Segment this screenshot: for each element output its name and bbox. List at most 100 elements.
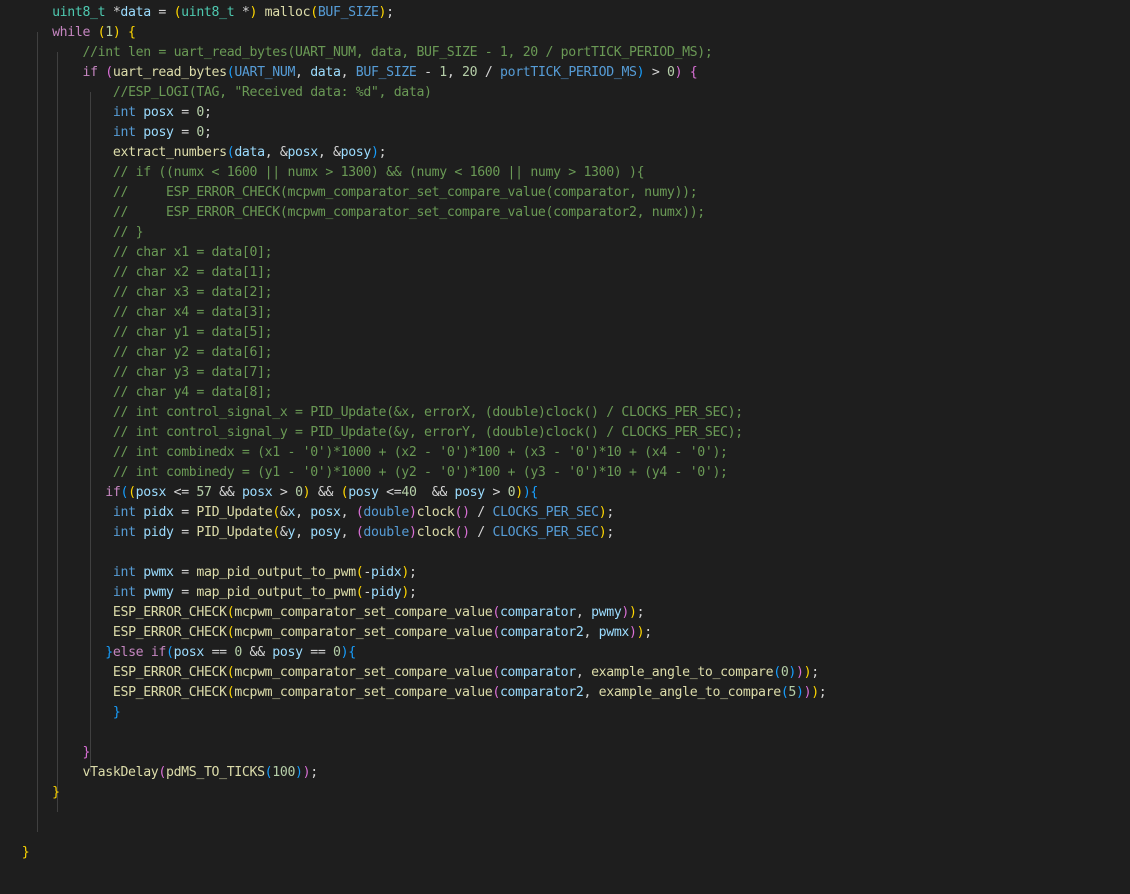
code-line[interactable]: vTaskDelay(pdMS_TO_TICKS(100)); [83,763,319,783]
code-token: data [234,145,265,160]
code-line[interactable]: } [83,743,91,763]
code-token: int [112,565,136,580]
code-token: * [105,5,121,20]
code-line[interactable]: ESP_ERROR_CHECK(mcpwm_comparator_set_com… [113,623,652,643]
code-line[interactable]: // } [113,223,144,243]
code-token: posx [310,505,341,520]
code-line[interactable]: int pwmy = map_pid_output_to_pwm(-pidy); [113,583,417,603]
code-line[interactable]: // int control_signal_y = PID_Update(&y,… [113,423,743,443]
code-token: ) [378,5,387,20]
code-line[interactable]: if (uart_read_bytes(UART_NUM, data, BUF_… [83,63,698,83]
code-token: example_angle_to_compare [591,665,774,680]
code-token: { [128,25,136,40]
code-token: ; [204,125,212,140]
code-token: mcpwm_comparator_set_compare_value [234,665,493,680]
code-token: } [21,845,30,860]
code-line[interactable]: int posx = 0; [113,103,212,123]
code-line[interactable]: int pwmx = map_pid_output_to_pwm(-pidx); [113,563,417,583]
code-line[interactable]: // int combinedy = (y1 - '0')*1000 + (y2… [113,463,728,483]
code-token: & [279,525,288,540]
code-token: BUF_SIZE [317,5,379,20]
code-line[interactable]: //int len = uart_read_bytes(UART_NUM, da… [83,43,713,63]
code-token: && [416,485,455,500]
code-token: , [583,685,599,700]
code-token: ( [120,485,129,500]
code-token: if [105,485,121,500]
code-token: ( [454,505,463,520]
code-token: ; [310,765,318,780]
code-line[interactable]: } [113,703,121,723]
code-token: = [173,125,197,140]
code-token: pidx [143,505,174,520]
code-token: PID_Update [196,525,273,540]
code-token: = [173,505,197,520]
code-line[interactable]: // int combinedx = (x1 - '0')*1000 + (x2… [113,443,728,463]
code-token: pwmx [143,565,174,580]
code-token: > [272,485,296,500]
code-line[interactable]: // char y3 = data[7]; [113,363,273,383]
code-line[interactable]: // if ((numx < 1600 || numx > 1300) && (… [113,163,645,183]
code-token: ESP_ERROR_CHECK [112,665,227,680]
code-line[interactable]: // ESP_ERROR_CHECK(mcpwm_comparator_set_… [113,183,698,203]
code-line[interactable]: // char x4 = data[3]; [113,303,273,323]
code-line[interactable]: // int control_signal_x = PID_Update(&x,… [113,403,743,423]
code-line[interactable]: ESP_ERROR_CHECK (mcpwm_comparator_set_com… [113,663,819,683]
code-token: ) [621,605,630,620]
code-token: && [241,645,273,660]
code-token: portTICK_PERIOD_MS [500,65,637,80]
code-token: - [416,65,440,80]
code-line[interactable]: // char y1 = data[5]; [113,323,273,343]
code-line[interactable]: // char x1 = data[0]; [113,243,273,263]
code-token: int [112,585,136,600]
code-line[interactable]: // char y4 = data[8]; [113,383,273,403]
code-line[interactable]: // char x3 = data[2]; [113,283,273,303]
code-line[interactable]: //ESP_LOGI(TAG, "Received data: %d", dat… [113,83,432,103]
code-token: / [477,65,501,80]
code-token: ) [401,565,409,580]
code-token: // ESP_ERROR_CHECK(mcpwm_comparator_set_… [112,205,705,220]
code-token: data [120,5,151,20]
code-token: uart_read_bytes [112,65,227,80]
code-token: // int control_signal_y = PID_Update(&y,… [112,425,743,440]
code-token: pwmy [143,585,174,600]
code-line[interactable]: if((posx <= 57 && posx > 0) && (posy <=4… [105,483,538,503]
code-token: BUF_SIZE [355,65,417,80]
code-token: ) [796,685,804,700]
code-line[interactable]: ESP_ERROR_CHECK(mcpwm_comparator_set_com… [113,683,827,703]
code-token: clock [416,505,455,520]
code-token: ( [492,665,500,680]
code-token: ) [408,505,417,520]
code-line[interactable]: // char y2 = data[6]; [113,343,273,363]
code-token: double [363,525,409,540]
code-line[interactable]: int pidy = PID_Update(&y, posy, (double)… [113,523,614,543]
code-line[interactable]: }else if(posx == 0 && posy == 0){ [105,643,356,663]
code-line[interactable]: extract_numbers(data, &posx, &posy); [113,143,387,163]
code-token: <= [378,485,402,500]
code-line[interactable]: int posy = 0; [113,123,212,143]
indent-guide [37,32,38,832]
code-line[interactable]: int pidx = PID_Update(&x, posx, (double)… [113,503,614,523]
code-token: } [82,745,91,760]
code-token: ) [788,665,796,680]
code-token: ( [272,525,280,540]
code-token: = [150,5,174,20]
code-line[interactable]: // char x2 = data[1]; [113,263,273,283]
code-editor[interactable]: uint8_t *data = (uint8_t *) malloc(BUF_S… [0,0,1130,894]
code-token: ; [386,5,394,20]
code-line[interactable]: uint8_t *data = (uint8_t *) malloc(BUF_S… [52,3,394,23]
code-line[interactable]: // ESP_ERROR_CHECK(mcpwm_comparator_set_… [113,203,705,223]
code-token: posx [143,105,174,120]
code-line[interactable]: } [52,783,60,803]
code-token: - [363,585,371,600]
code-token: malloc [264,5,311,20]
code-token: > [484,485,508,500]
code-token: ( [166,645,174,660]
code-line[interactable]: while (1) { [52,23,136,43]
code-token: data [310,65,341,80]
code-token: , [295,505,311,520]
code-line[interactable]: ESP_ERROR_CHECK(mcpwm_comparator_set_com… [113,603,645,623]
code-line[interactable]: } [22,843,30,863]
code-token: while [52,25,91,40]
code-token: ) [515,485,523,500]
